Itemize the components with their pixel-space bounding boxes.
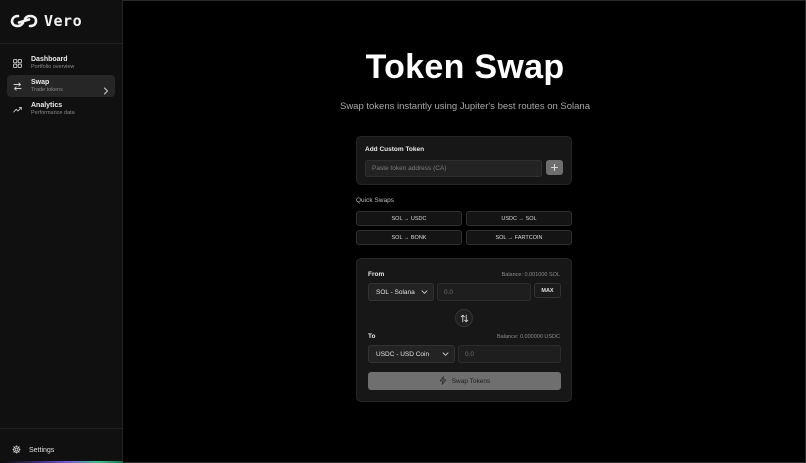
gear-icon: [12, 441, 21, 459]
sidebar-item-label: Swap: [31, 78, 50, 86]
sidebar-item-subtitle: Portfolio overview: [31, 63, 75, 70]
settings-label: Settings: [29, 446, 55, 454]
main-content: Token Swap Swap tokens instantly using J…: [124, 0, 806, 463]
page-subtitle: Swap tokens instantly using Jupiter's be…: [339, 101, 590, 112]
sidebar-divider: [0, 43, 123, 44]
app-name: Vero: [44, 12, 83, 30]
sidebar: Vero Dashboard Portfolio overview Swap T…: [0, 0, 123, 463]
chevron-down-icon: [421, 289, 428, 297]
lightning-icon: [439, 375, 447, 387]
vero-logo-icon: [10, 13, 38, 29]
trend-icon: [12, 104, 22, 114]
sidebar-item-label: Analytics: [31, 101, 63, 109]
chevron-down-icon: [442, 351, 449, 359]
max-button[interactable]: MAX: [534, 283, 561, 298]
quick-swap-sol-fartcoin[interactable]: SOL → FARTCOIN: [466, 230, 572, 245]
sidebar-item-subtitle: Performance data: [31, 109, 75, 116]
settings-section: Settings: [0, 428, 123, 463]
swap-vertical-icon: [460, 314, 468, 322]
sidebar-nav: Dashboard Portfolio overview Swap Trade …: [7, 52, 115, 121]
token-address-input[interactable]: [365, 160, 542, 177]
to-token-value: USDC - USD Coin: [376, 350, 430, 358]
quick-swaps-label: Quick Swaps: [356, 197, 394, 204]
quick-swap-usdc-sol[interactable]: USDC → SOL: [466, 211, 572, 226]
custom-token-card: Add Custom Token: [356, 136, 572, 185]
to-balance: Balance: 0.000000 USDC: [497, 334, 560, 340]
settings-button[interactable]: Settings: [12, 441, 54, 459]
sidebar-item-subtitle: Trade tokens: [31, 86, 63, 93]
from-amount-input[interactable]: [437, 283, 531, 301]
swap-tokens-button[interactable]: Swap Tokens: [368, 372, 561, 390]
to-label: To: [368, 333, 376, 340]
swap-tokens-label: Swap Tokens: [451, 377, 491, 385]
sidebar-item-dashboard[interactable]: Dashboard Portfolio overview: [7, 52, 115, 74]
swap-arrows-icon: [12, 81, 22, 91]
swap-card: From Balance: 0.001000 SOL SOL - Solana …: [356, 258, 572, 402]
custom-token-heading: Add Custom Token: [365, 146, 425, 153]
from-token-value: SOL - Solana: [376, 288, 415, 296]
to-amount-input[interactable]: [458, 345, 561, 363]
from-token-select[interactable]: SOL - Solana: [368, 283, 434, 301]
add-token-button[interactable]: [546, 160, 563, 175]
sidebar-item-analytics[interactable]: Analytics Performance data: [7, 98, 115, 120]
page-title: Token Swap: [365, 48, 565, 86]
quick-swap-sol-usdc[interactable]: SOL → USDC: [356, 211, 462, 226]
from-balance: Balance: 0.001000 SOL: [501, 272, 560, 278]
plus-icon: [551, 164, 558, 171]
to-token-select[interactable]: USDC - USD Coin: [368, 345, 455, 363]
sidebar-item-label: Dashboard: [31, 55, 68, 63]
sidebar-item-swap[interactable]: Swap Trade tokens: [7, 75, 115, 97]
grid-icon: [12, 58, 22, 68]
from-label: From: [368, 271, 385, 278]
brand[interactable]: Vero: [10, 10, 82, 32]
quick-swap-sol-bonk[interactable]: SOL → BONK: [356, 230, 462, 245]
flip-direction-button[interactable]: [455, 309, 473, 327]
